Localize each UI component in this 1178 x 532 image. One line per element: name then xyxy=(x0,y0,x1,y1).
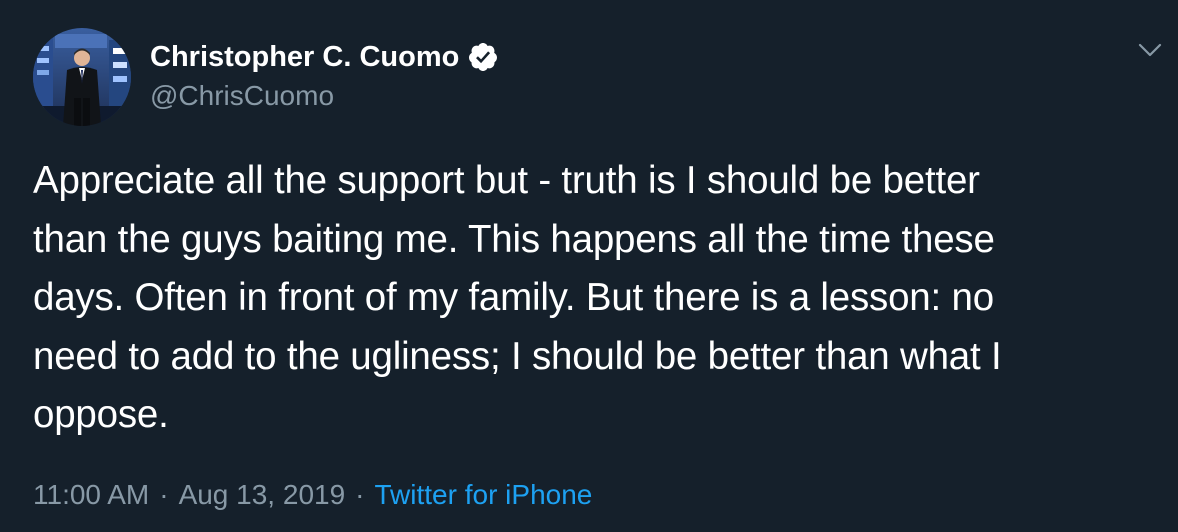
author-display-name[interactable]: Christopher C. Cuomo xyxy=(150,40,459,74)
tweet-text: Appreciate all the support but - truth i… xyxy=(33,159,1002,436)
meta-separator: · xyxy=(355,479,365,510)
tweet-date[interactable]: Aug 13, 2019 xyxy=(179,479,346,510)
meta-separator: · xyxy=(159,479,169,510)
profile-photo-icon xyxy=(33,28,131,126)
author-handle[interactable]: @ChrisCuomo xyxy=(150,80,334,112)
chevron-down-icon[interactable] xyxy=(1136,38,1164,62)
verified-badge-icon xyxy=(469,43,498,71)
tweet-source-link[interactable]: Twitter for iPhone xyxy=(374,479,592,510)
author-name-row: Christopher C. Cuomo xyxy=(150,40,499,74)
tweet-card: Christopher C. Cuomo @ChrisCuomo Appreci… xyxy=(0,0,1178,532)
tweet-metadata: 11:00 AM · Aug 13, 2019 · Twitter for iPhone xyxy=(33,478,592,512)
avatar[interactable] xyxy=(33,28,131,126)
tweet-time[interactable]: 11:00 AM xyxy=(33,479,149,510)
